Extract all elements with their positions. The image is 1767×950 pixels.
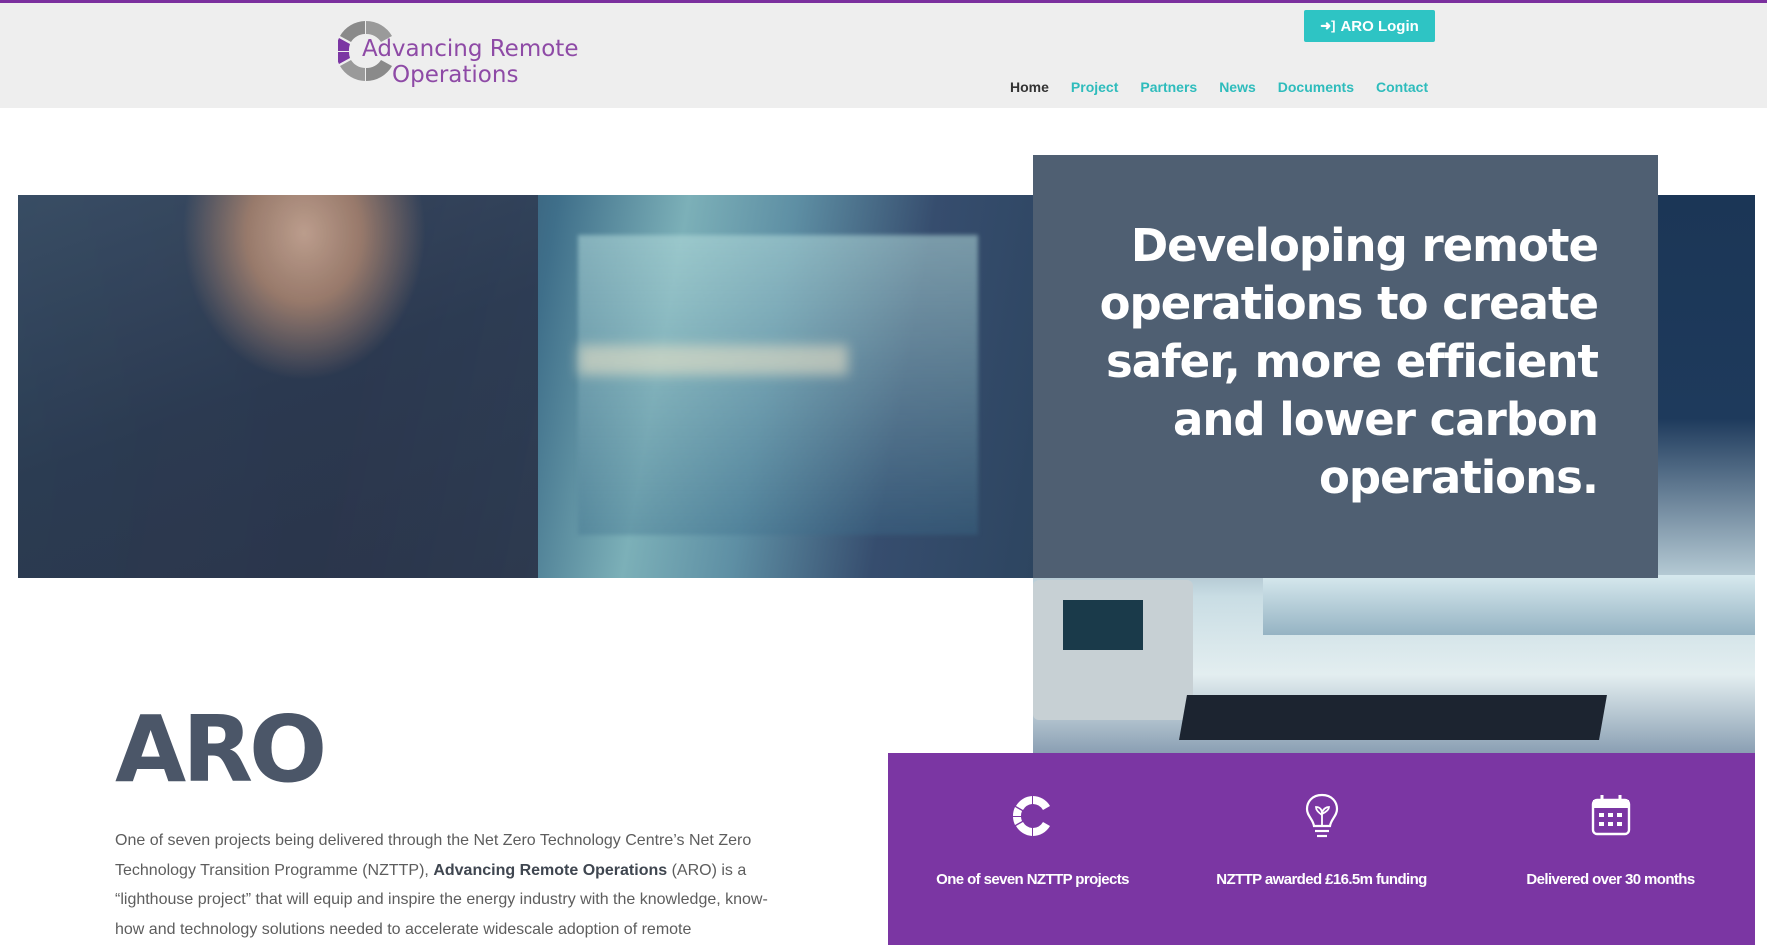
- calendar-icon: [1591, 795, 1630, 836]
- intro-paragraph: One of seven projects being delivered th…: [115, 826, 795, 944]
- aro-logo-icon: [1012, 796, 1050, 836]
- stat-label: NZTTP awarded £16.5m funding: [1216, 871, 1427, 888]
- intro-text-bold: Advancing Remote Operations: [433, 861, 668, 879]
- hero-image-monitor: [1263, 575, 1755, 635]
- logo-line-1: Advancing Remote: [362, 36, 579, 62]
- hero-image-operator: [18, 195, 538, 578]
- stat-projects: One of seven NZTTP projects: [888, 753, 1177, 945]
- nav-partners[interactable]: Partners: [1140, 79, 1197, 95]
- lightbulb-icon: [1305, 793, 1338, 838]
- aro-login-button[interactable]: ➜] ARO Login: [1304, 10, 1435, 42]
- hero-headline: Developing remote operations to create s…: [1099, 219, 1599, 504]
- stat-duration: Delivered over 30 months: [1466, 753, 1755, 945]
- site-header: Advancing Remote Operations ➜] ARO Login…: [0, 3, 1767, 108]
- nav-home[interactable]: Home: [1010, 79, 1049, 95]
- nav-news[interactable]: News: [1219, 79, 1256, 95]
- stat-label: One of seven NZTTP projects: [936, 871, 1129, 888]
- hero-image-screens: [578, 235, 978, 535]
- hero-image-control-room: [18, 195, 1033, 578]
- nav-project[interactable]: Project: [1071, 79, 1118, 95]
- nav-contact[interactable]: Contact: [1376, 79, 1428, 95]
- hero-image-desk-phone: [1033, 580, 1193, 720]
- intro-title: ARO: [115, 696, 327, 803]
- hero-image-keyboard: [1179, 695, 1607, 740]
- nav-documents[interactable]: Documents: [1278, 79, 1354, 95]
- stat-funding: NZTTP awarded £16.5m funding: [1177, 753, 1466, 945]
- hero-headline-card: Developing remote operations to create s…: [1033, 155, 1658, 578]
- site-logo[interactable]: Advancing Remote Operations: [338, 18, 588, 88]
- stat-label: Delivered over 30 months: [1526, 871, 1695, 888]
- sign-in-icon: ➜]: [1320, 18, 1336, 33]
- main-nav: Home Project Partners News Documents Con…: [1010, 79, 1450, 95]
- logo-line-2: Operations: [392, 62, 519, 88]
- login-label: ARO Login: [1340, 17, 1419, 35]
- hero-image-glow: [578, 345, 848, 375]
- stats-band: One of seven NZTTP projects NZTTP awarde…: [888, 753, 1755, 945]
